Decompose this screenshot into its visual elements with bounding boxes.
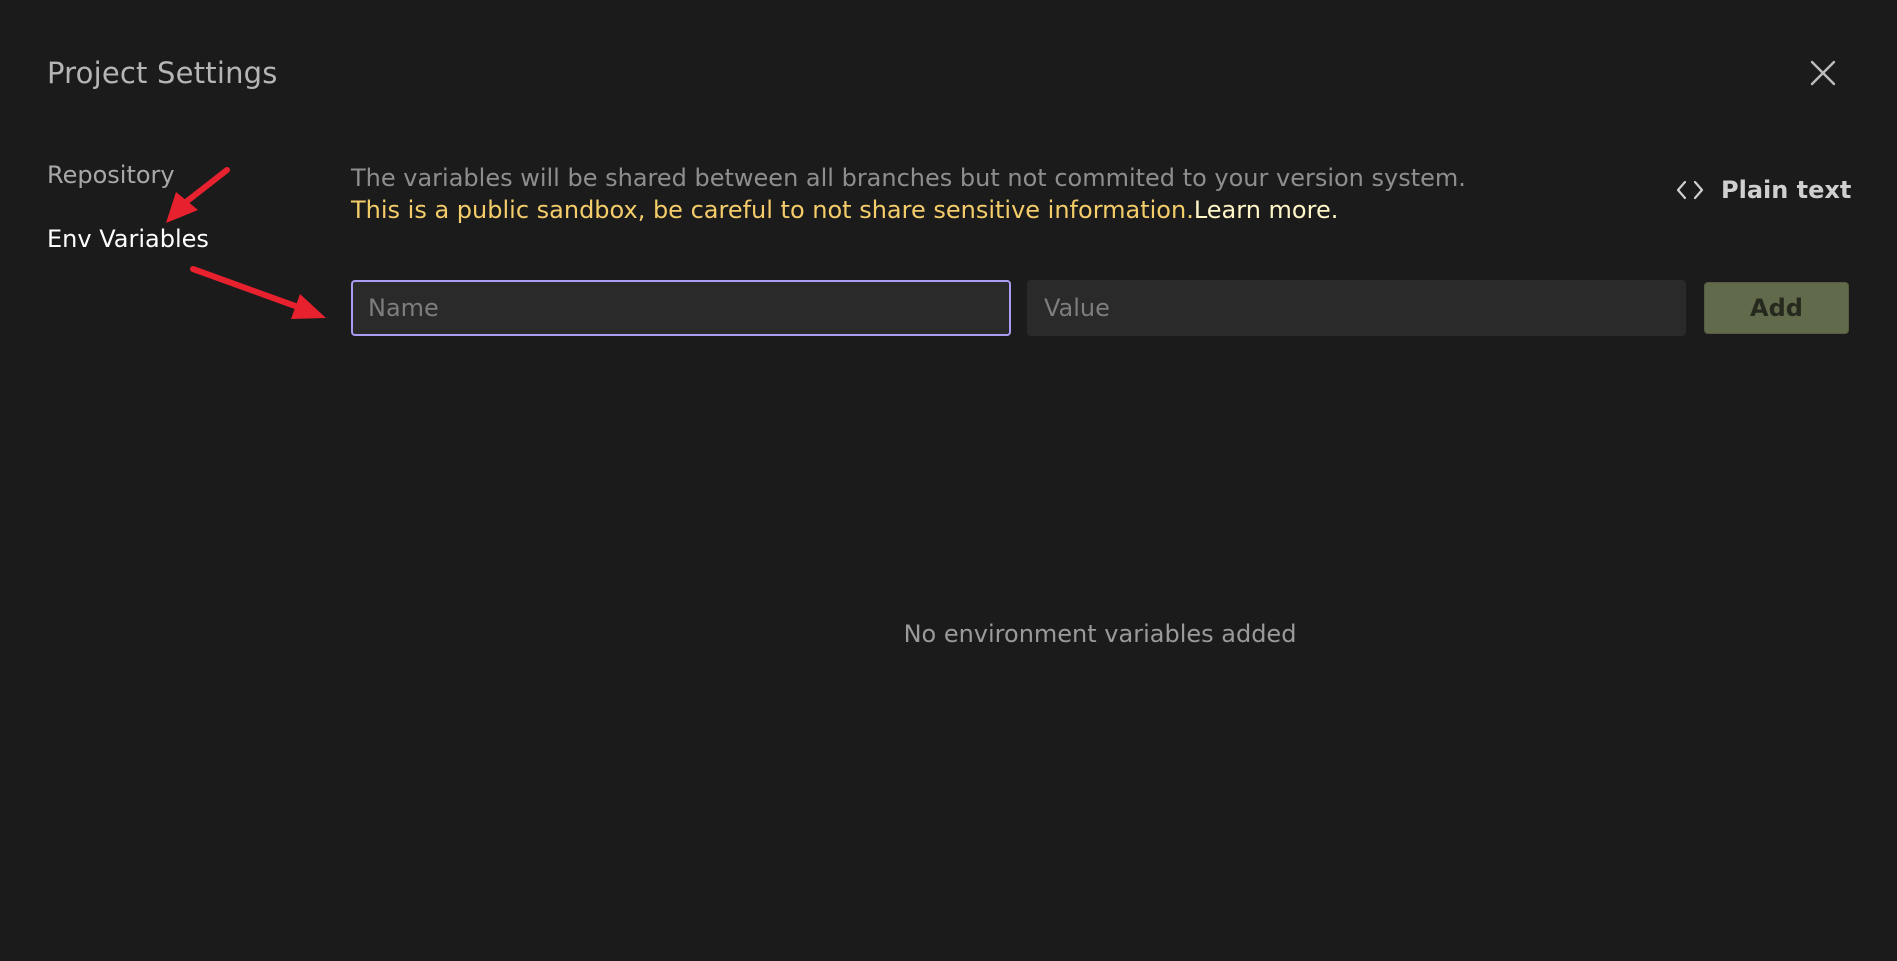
description-text: The variables will be shared between all… [351, 164, 1466, 192]
warning-text: This is a public sandbox, be careful to … [351, 194, 1466, 226]
dialog-title: Project Settings [47, 56, 278, 90]
add-variable-button[interactable]: Add [1704, 282, 1849, 334]
empty-state-message: No environment variables added [903, 620, 1297, 648]
code-icon [1676, 180, 1704, 200]
project-settings-dialog: Project Settings Repository Env Variable… [0, 0, 1897, 961]
plain-text-label: Plain text [1721, 176, 1852, 204]
plain-text-button[interactable]: Plain text [1675, 176, 1851, 204]
annotation-arrow-name-field [190, 266, 326, 319]
sidebar-item-env-variables[interactable]: Env Variables [47, 224, 209, 254]
settings-sidebar: Repository Env Variables [47, 160, 209, 288]
warning-message: This is a public sandbox, be careful to … [351, 196, 1194, 224]
env-name-input[interactable] [351, 280, 1011, 336]
env-variables-description: The variables will be shared between all… [351, 162, 1466, 226]
learn-more-link[interactable]: Learn more. [1194, 196, 1339, 224]
close-button[interactable] [1806, 56, 1840, 90]
env-value-input[interactable] [1027, 280, 1686, 336]
sidebar-item-repository[interactable]: Repository [47, 160, 209, 190]
annotation-arrows [166, 167, 326, 319]
close-icon [1810, 60, 1836, 86]
